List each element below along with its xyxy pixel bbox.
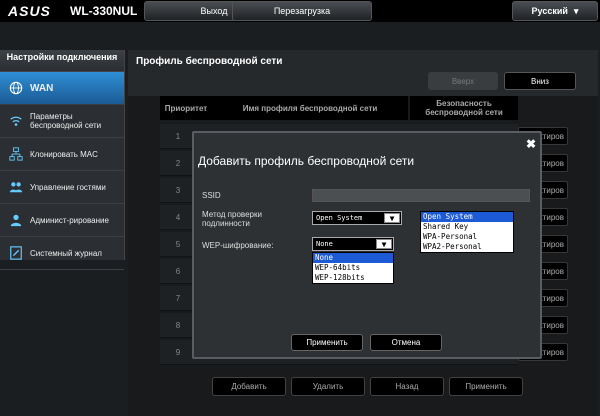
ssid-input[interactable] [312, 189, 530, 202]
chevron-down-icon: ▾ [573, 5, 579, 16]
globe-icon [9, 81, 23, 95]
network-icon [9, 147, 23, 161]
dialog-cancel-button[interactable]: Отмена [370, 334, 442, 351]
language-select[interactable]: Русский ▾ [512, 1, 598, 21]
model-name: WL-330NUL [70, 4, 138, 18]
auth-options-list: Open System Shared Key WPA-Personal WPA2… [420, 211, 514, 253]
top-bar: ASUS WL-330NUL Выход Перезагрузка Русски… [0, 0, 600, 22]
wep-options-list: None WEP-64bits WEP-128bits [312, 252, 394, 284]
sidebar-item-label: Управление гостями [30, 182, 106, 192]
sidebar-item-label: Админист-рирование [30, 215, 109, 225]
person-icon [10, 214, 22, 227]
sidebar-item-label: Параметры беспроводной сети [30, 112, 102, 130]
move-down-button[interactable]: Вниз [504, 72, 576, 90]
auth-option[interactable]: WPA-Personal [421, 232, 513, 242]
router-admin-page: ASUS WL-330NUL Выход Перезагрузка Русски… [0, 0, 600, 416]
wep-value: None [316, 240, 333, 248]
auth-method-label: Метод проверки подлинности [202, 210, 262, 228]
reboot-button[interactable]: Перезагрузка [232, 1, 372, 21]
sidebar-header: Настройки подключения [0, 50, 124, 72]
auth-option[interactable]: WPA2-Personal [421, 242, 513, 252]
wep-option[interactable]: None [313, 253, 393, 263]
sidebar-item-guests[interactable]: Управление гостями [0, 171, 124, 204]
auth-option[interactable]: Shared Key [421, 222, 513, 232]
sidebar: Настройки подключения WAN Параметры бесп… [0, 50, 125, 270]
sidebar-item-label: WAN [30, 82, 54, 94]
add-profile-dialog: Добавить профиль беспроводной сети ✖ SSI… [192, 131, 542, 359]
sidebar-item-clone-mac[interactable]: Клонировать MAC [0, 138, 124, 171]
chevron-down-icon: ▼ [376, 239, 392, 249]
move-up-button[interactable]: Вверх [428, 72, 498, 90]
dialog-title: Добавить профиль беспроводной сети [198, 154, 415, 168]
users-icon [9, 182, 23, 193]
ssid-label: SSID [202, 191, 221, 200]
wep-option[interactable]: WEP-128bits [313, 273, 393, 283]
language-label: Русский [531, 6, 568, 16]
wep-label: WEP-шифрование: [202, 241, 274, 250]
asus-logo: ASUS [8, 3, 51, 19]
sidebar-item-wan[interactable]: WAN [0, 72, 124, 105]
sidebar-item-label: Системный журнал [30, 248, 102, 258]
sidebar-item-system-log[interactable]: Системный журнал [0, 237, 124, 270]
log-icon [10, 246, 22, 260]
close-icon[interactable]: ✖ [526, 137, 536, 151]
chevron-down-icon: ▼ [384, 213, 400, 223]
page-title: Профиль беспроводной сети [136, 56, 283, 67]
sidebar-item-administration[interactable]: Админист-рирование [0, 204, 124, 237]
sidebar-item-wireless[interactable]: Параметры беспроводной сети [0, 105, 124, 138]
wifi-icon [10, 116, 22, 126]
dialog-apply-button[interactable]: Применить [291, 334, 363, 351]
auth-method-select[interactable]: Open System ▼ [312, 211, 402, 225]
wep-select[interactable]: None ▼ [312, 237, 394, 251]
wep-option[interactable]: WEP-64bits [313, 263, 393, 273]
auth-method-value: Open System [316, 214, 363, 222]
sidebar-item-label: Клонировать MAC [30, 149, 98, 159]
auth-option[interactable]: Open System [421, 212, 513, 222]
